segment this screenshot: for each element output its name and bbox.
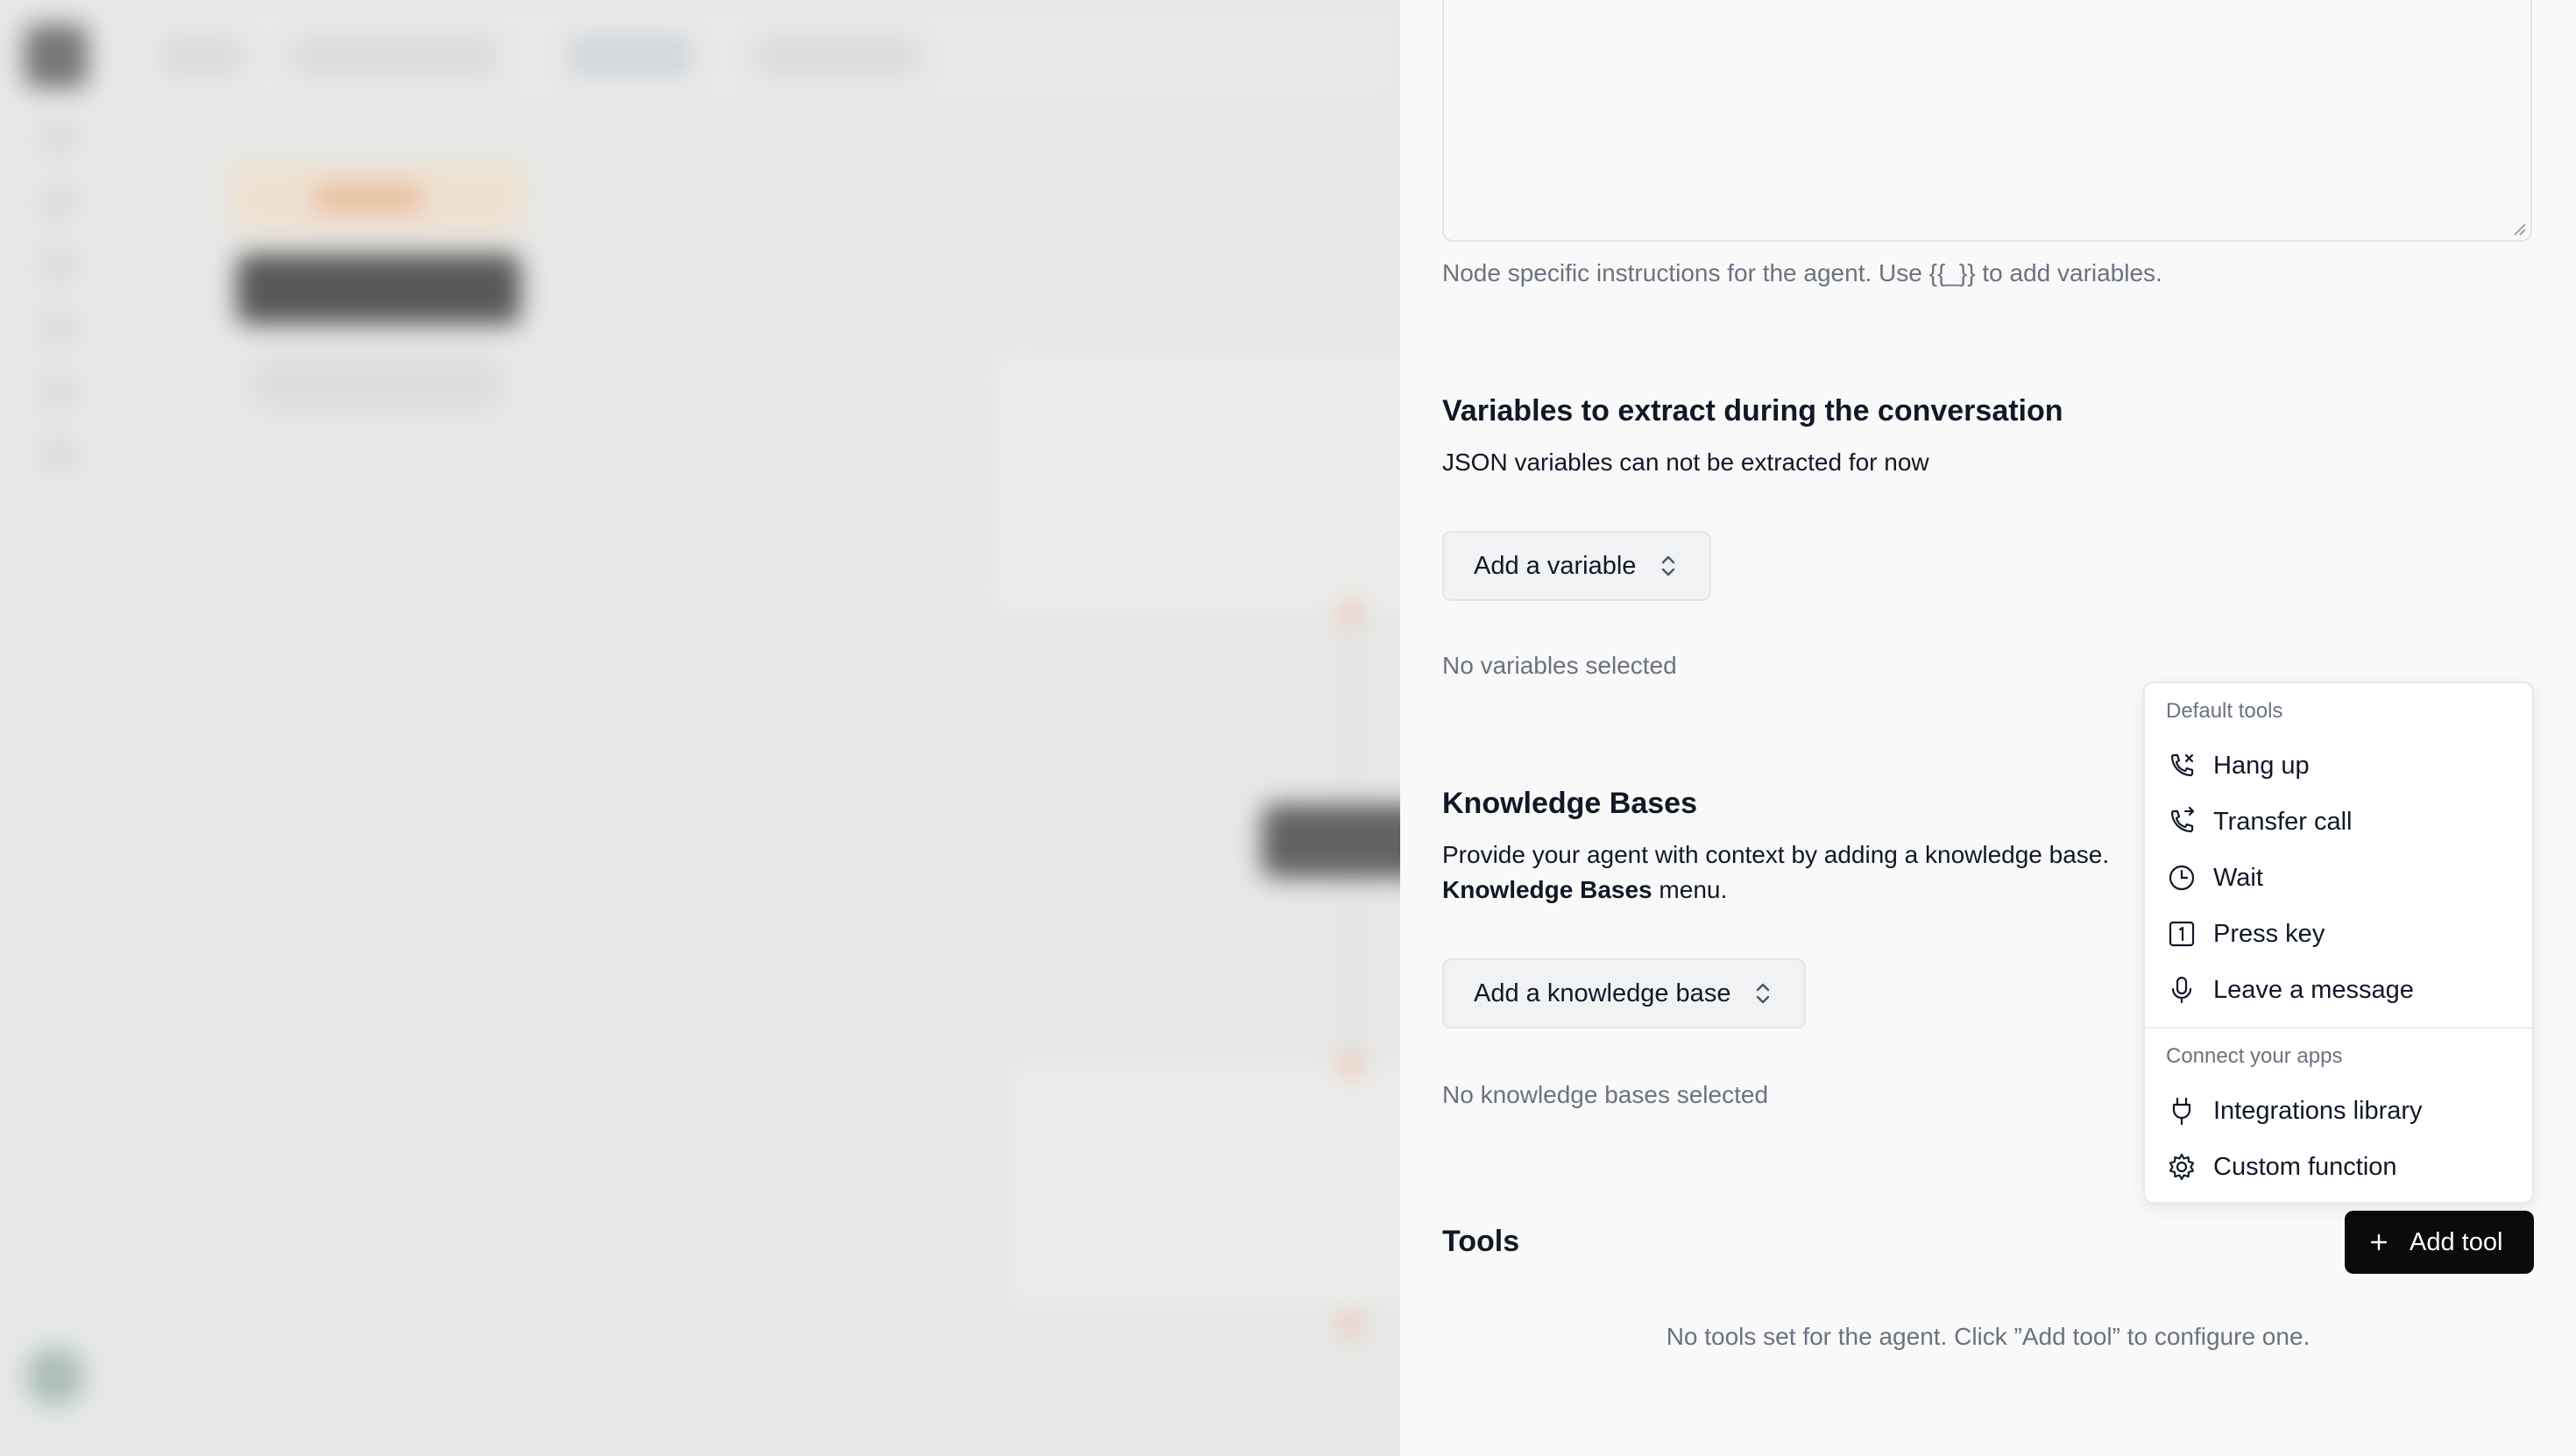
variables-empty-text: No variables selected (1442, 652, 1677, 679)
plug-icon (2172, 1097, 2191, 1126)
menu-item-wait[interactable]: Wait (2152, 852, 2525, 904)
menu-item-integrations-library[interactable]: Integrations library (2152, 1085, 2525, 1137)
menu-item-transfer-call[interactable]: Transfer call (2152, 795, 2525, 848)
background-app-blurred (0, 0, 1400, 1456)
add-variable-label: Add a variable (1474, 551, 1637, 580)
clock-icon (2169, 865, 2195, 891)
gear-icon (2169, 1153, 2195, 1181)
add-tool-button[interactable]: Add tool (2345, 1211, 2534, 1274)
menu-item-label: Transfer call (2213, 807, 2353, 836)
knowledge-section-title: Knowledge Bases (1442, 787, 1697, 820)
tools-empty-text: No tools set for the agent. Click ”Add t… (1666, 1323, 2311, 1350)
menu-item-press-key[interactable]: Press key (2152, 908, 2525, 960)
knowledge-description-suffix: menu. (1652, 876, 1728, 903)
add-knowledge-base-select[interactable]: Add a knowledge base (1442, 958, 1807, 1028)
menu-item-hang-up[interactable]: Hang up (2152, 739, 2525, 792)
chevron-up-down-icon (1662, 555, 1675, 576)
resize-handle-icon[interactable] (2511, 221, 2527, 237)
menu-item-label: Hang up (2213, 751, 2310, 780)
variables-section-subtitle: JSON variables can not be extracted for … (1442, 449, 1929, 476)
microphone-icon (2171, 976, 2192, 1004)
menu-item-label: Integrations library (2213, 1096, 2423, 1125)
knowledge-description: Provide your agent with context by addin… (1442, 838, 2143, 908)
instructions-help-text: Node specific instructions for the agent… (1442, 259, 2162, 286)
connect-apps-label: Connect your apps (2166, 1044, 2343, 1068)
knowledge-bases-menu-name: Knowledge Bases (1442, 876, 1652, 903)
menu-item-label: Press key (2213, 919, 2325, 948)
phone-hangup-icon (2170, 753, 2194, 777)
plus-icon (2370, 1233, 2388, 1251)
menu-item-label: Leave a message (2213, 975, 2414, 1004)
add-tool-label: Add tool (2410, 1227, 2503, 1256)
add-tool-menu: Default tools Hang up Transfer call Wait… (2143, 682, 2534, 1204)
menu-item-leave-message[interactable]: Leave a message (2152, 964, 2525, 1016)
chevron-up-down-icon (1757, 983, 1770, 1004)
menu-divider (2145, 1027, 2532, 1028)
default-tools-label: Default tools (2166, 699, 2283, 723)
knowledge-empty-text: No knowledge bases selected (1442, 1081, 1769, 1108)
add-knowledge-base-label: Add a knowledge base (1474, 979, 1731, 1007)
knowledge-description-text: Provide your agent with context by addin… (1442, 841, 2110, 868)
variables-section-title: Variables to extract during the conversa… (1442, 394, 2063, 428)
key-1-icon (2169, 921, 2195, 947)
menu-item-label: Custom function (2213, 1152, 2397, 1181)
instructions-textarea[interactable] (1442, 0, 2532, 242)
add-variable-select[interactable]: Add a variable (1442, 531, 1712, 601)
tools-section-title: Tools (1442, 1225, 1520, 1258)
menu-item-custom-function[interactable]: Custom function (2152, 1141, 2525, 1193)
phone-transfer-icon (2170, 806, 2195, 833)
menu-item-label: Wait (2213, 863, 2263, 892)
